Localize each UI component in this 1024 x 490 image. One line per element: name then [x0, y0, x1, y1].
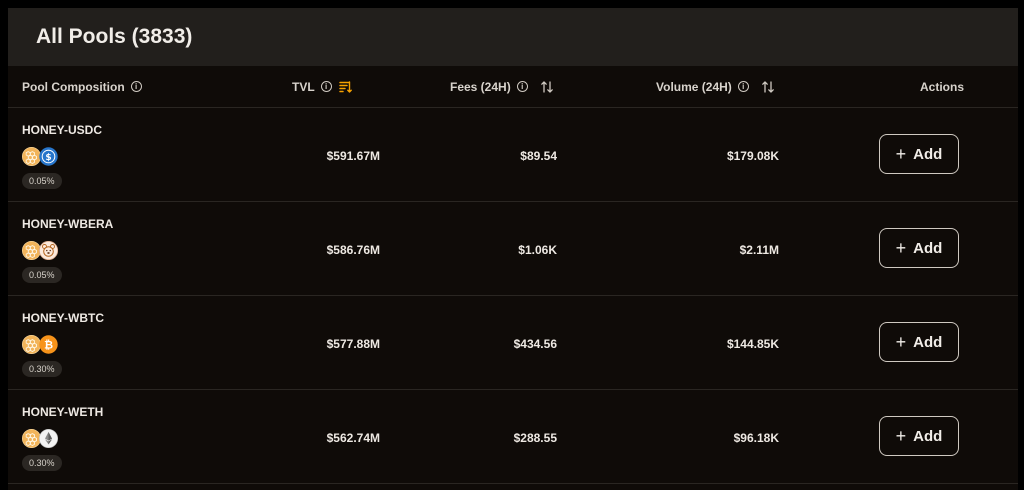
- fees-value: $288.55: [513, 431, 557, 445]
- fee-tier-badge: 0.05%: [22, 173, 62, 189]
- add-button-label: Add: [913, 427, 943, 445]
- pool-name: HONEY-WBTC: [22, 311, 104, 325]
- plus-icon: +: [895, 425, 907, 446]
- header-volume[interactable]: Volume (24H) i: [656, 66, 775, 107]
- pool-name: HONEY-WETH: [22, 405, 104, 419]
- add-liquidity-button[interactable]: + Add: [879, 228, 959, 268]
- header-pool-composition: Pool Composition i: [22, 66, 142, 107]
- pool-name: HONEY-WBERA: [22, 217, 114, 231]
- fees-value: $89.54: [520, 149, 557, 163]
- tvl-value: $562.74M: [326, 431, 380, 445]
- add-button-label: Add: [913, 333, 943, 351]
- header-fees[interactable]: Fees (24H) i: [450, 66, 554, 107]
- svg-text:₿: ₿: [44, 339, 53, 352]
- table-header: Pool Composition i TVL i Fees (24H) i Vo…: [8, 66, 1018, 108]
- volume-value: $144.85K: [726, 337, 779, 351]
- svg-text:$: $: [45, 153, 51, 163]
- fee-tier-badge: 0.30%: [22, 361, 62, 377]
- header-pool-composition-label: Pool Composition: [22, 79, 125, 94]
- header-actions-label: Actions: [920, 79, 965, 94]
- header-volume-label: Volume (24H): [656, 79, 732, 94]
- btc-token-icon: ₿: [39, 335, 58, 354]
- tvl-value: $577.88M: [326, 337, 380, 351]
- tvl-value: $586.76M: [326, 243, 380, 257]
- add-liquidity-button[interactable]: + Add: [879, 416, 959, 456]
- volume-value: $179.08K: [726, 149, 779, 163]
- table-row[interactable]: HONEY-USDC $ 0.05% $591.67M $89.54 $179.…: [8, 108, 1018, 202]
- header-actions: Actions: [920, 66, 964, 107]
- info-icon[interactable]: i: [737, 81, 749, 92]
- add-button-label: Add: [913, 239, 943, 257]
- usdc-token-icon: $: [39, 147, 58, 166]
- tvl-value: $591.67M: [326, 149, 380, 163]
- fees-value: $1.06K: [518, 243, 557, 257]
- add-button-label: Add: [913, 145, 943, 163]
- header-tvl-label: TVL: [292, 79, 315, 94]
- fee-tier-badge: 0.30%: [22, 455, 62, 471]
- table-row[interactable]: HONEY-WETH 0.30% $562.74M $288.55 $96.18…: [8, 390, 1018, 484]
- wbera-token-icon: [39, 241, 58, 260]
- volume-value: $2.11M: [739, 243, 779, 257]
- volume-value: $96.18K: [733, 431, 779, 445]
- fees-value: $434.56: [513, 337, 557, 351]
- sort-arrows-icon[interactable]: [540, 80, 554, 94]
- add-liquidity-button[interactable]: + Add: [879, 322, 959, 362]
- title-bar: All Pools (3833): [8, 8, 1018, 66]
- fee-tier-badge: 0.05%: [22, 267, 62, 283]
- table-row[interactable]: HONEY-WBTC ₿ 0.30% $577.88M $434.56 $144…: [8, 296, 1018, 390]
- sort-arrows-icon[interactable]: [761, 80, 775, 94]
- plus-icon: +: [895, 237, 907, 258]
- page-title: All Pools (3833): [36, 25, 193, 48]
- header-fees-label: Fees (24H): [450, 79, 511, 94]
- eth-token-icon: [39, 429, 58, 448]
- pool-name: HONEY-USDC: [22, 123, 103, 137]
- info-icon[interactable]: i: [130, 81, 142, 92]
- info-icon[interactable]: i: [320, 81, 332, 92]
- header-tvl[interactable]: TVL i: [292, 66, 352, 107]
- info-icon[interactable]: i: [516, 81, 528, 92]
- add-liquidity-button[interactable]: + Add: [879, 134, 959, 174]
- plus-icon: +: [895, 143, 907, 164]
- table-row[interactable]: HONEY-WBERA 0.05% $586.76M $1.06K $2.11M…: [8, 202, 1018, 296]
- sort-descending-icon[interactable]: [338, 80, 352, 94]
- pools-panel: All Pools (3833) Pool Composition i TVL …: [8, 8, 1018, 490]
- plus-icon: +: [895, 331, 907, 352]
